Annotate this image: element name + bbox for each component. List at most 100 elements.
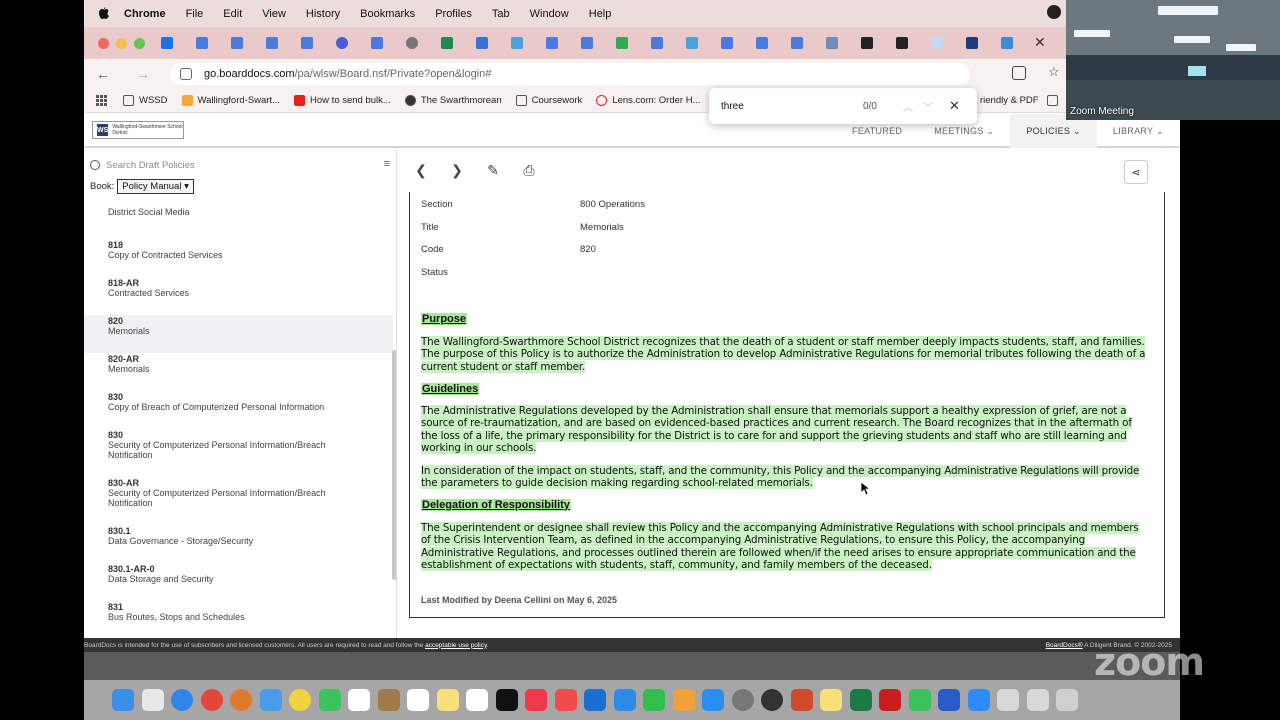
keynote-icon[interactable]	[613, 689, 636, 711]
find-input[interactable]: three	[721, 101, 851, 112]
book-select[interactable]: Policy Manual ▾	[117, 179, 194, 194]
launchpad-icon[interactable]	[141, 689, 164, 711]
system-settings-icon[interactable]	[731, 689, 754, 711]
close-tab-icon[interactable]: ✕	[1034, 34, 1046, 51]
menu-history[interactable]: History	[306, 8, 340, 20]
bookmark-swarthmorean[interactable]: The Swarthmorean	[404, 95, 502, 106]
list-item[interactable]: 830-AR Security of Computerized Personal…	[84, 477, 393, 525]
acrobat-icon[interactable]	[879, 689, 901, 711]
policy-search[interactable]: Search Draft Policies ≡	[90, 155, 390, 175]
list-menu-icon[interactable]: ≡	[384, 158, 390, 170]
documents-icon[interactable]	[1026, 689, 1049, 711]
list-item[interactable]: 820-AR Memorials	[84, 353, 393, 391]
bookmark-wssd[interactable]: WSSD	[123, 95, 168, 106]
find-close-icon[interactable]: ✕	[949, 98, 960, 114]
music-icon[interactable]	[525, 689, 547, 711]
menu-edit[interactable]: Edit	[223, 8, 242, 20]
downloads-icon[interactable]	[997, 689, 1019, 711]
district-logo[interactable]: WS Wallingford-Swarthmore School Distric…	[92, 121, 184, 139]
tab-favicon[interactable]	[371, 37, 383, 49]
menu-app-name[interactable]: Chrome	[124, 8, 166, 20]
tab-favicon[interactable]	[791, 37, 803, 49]
notes-folder-icon[interactable]	[377, 689, 400, 711]
acceptable-use-link[interactable]: acceptable use policy	[425, 642, 487, 649]
firefox-icon[interactable]	[230, 689, 252, 711]
outlook-icon[interactable]	[584, 689, 606, 711]
apple-tv-icon[interactable]	[495, 689, 518, 711]
trash-icon[interactable]	[1056, 689, 1078, 711]
numbers-icon[interactable]	[643, 689, 665, 711]
address-bar[interactable]: go.boarddocs.com/pa/wlsw/Board.nsf/Priva…	[170, 63, 970, 85]
tab-favicon[interactable]	[336, 37, 348, 49]
stickies-icon[interactable]	[820, 689, 842, 711]
reminders-icon[interactable]	[407, 689, 429, 711]
menu-help[interactable]: Help	[589, 8, 612, 20]
find-next-icon[interactable]: ﹀	[923, 99, 933, 114]
menu-file[interactable]: File	[186, 8, 204, 20]
pages-icon[interactable]	[672, 689, 695, 711]
tab-favicon[interactable]	[721, 37, 733, 49]
excel-icon[interactable]	[849, 689, 872, 711]
bookmark-bulk[interactable]: How to send bulk...	[294, 95, 391, 106]
menu-profiles[interactable]: Profiles	[435, 8, 472, 20]
powerpoint-icon[interactable]	[790, 689, 813, 711]
tab-favicon[interactable]	[511, 37, 523, 49]
mail-icon[interactable]	[259, 689, 282, 711]
print-icon[interactable]: ⎙	[517, 158, 541, 182]
tab-favicon[interactable]	[266, 37, 278, 49]
tab-favicon[interactable]	[826, 37, 838, 49]
facetime-icon[interactable]	[318, 689, 341, 711]
site-info-icon[interactable]	[180, 68, 192, 80]
menu-window[interactable]: Window	[530, 8, 569, 20]
messages-icon[interactable]	[908, 689, 931, 711]
find-previous-icon[interactable]: ︿	[903, 99, 913, 114]
menu-tab[interactable]: Tab	[492, 8, 510, 20]
tab-favicon[interactable]	[476, 37, 488, 49]
menu-bookmarks[interactable]: Bookmarks	[360, 8, 415, 20]
tab-favicon[interactable]	[966, 37, 978, 49]
tab-favicon[interactable]	[931, 37, 943, 49]
word-icon[interactable]	[938, 689, 960, 711]
boarddocs-link[interactable]: BoardDocs®	[1046, 642, 1083, 649]
safari-icon[interactable]	[171, 689, 193, 711]
list-item[interactable]: 830.1-AR-0 Data Storage and Security	[84, 563, 393, 601]
tab-favicon[interactable]	[581, 37, 593, 49]
freeform-icon[interactable]	[466, 689, 488, 711]
list-item[interactable]: 818-AR Contracted Services	[84, 277, 393, 315]
status-app-icon[interactable]	[1047, 5, 1061, 19]
chrome-icon[interactable]	[200, 689, 223, 711]
screen-utility-icon[interactable]	[761, 689, 783, 711]
tab-favicon[interactable]	[756, 37, 768, 49]
tab-favicon[interactable]	[896, 37, 908, 49]
bookmark-pdf[interactable]: riendly & PDF	[980, 95, 1063, 106]
finder-icon[interactable]	[112, 689, 134, 711]
menu-view[interactable]: View	[262, 8, 286, 20]
list-item-selected[interactable]: 820 Memorials	[84, 315, 393, 353]
list-item[interactable]: 831 Bus Routes, Stops and Schedules	[84, 601, 393, 638]
list-item[interactable]: 818 Copy of Contracted Services	[84, 239, 393, 277]
bookmark-coursework[interactable]: Coursework	[515, 95, 582, 106]
tab-favicon[interactable]	[651, 37, 663, 49]
next-policy-icon[interactable]: ❯	[445, 158, 469, 182]
back-icon[interactable]: ←	[96, 66, 110, 82]
bookmark-star-icon[interactable]: ☆	[1048, 65, 1062, 80]
tab-favicon[interactable]	[161, 37, 173, 49]
minimize-window-button[interactable]	[116, 37, 127, 49]
tab-favicon[interactable]	[441, 37, 453, 49]
forward-icon[interactable]: →	[136, 66, 150, 82]
bookmark-wallingford[interactable]: Wallingford-Swart...	[181, 95, 280, 106]
zoom-app-icon[interactable]	[967, 689, 990, 711]
tab-favicon[interactable]	[686, 37, 698, 49]
tab-favicon[interactable]	[196, 37, 208, 49]
bookmark-lens[interactable]: Lens.com: Order H...	[596, 95, 700, 106]
tab-favicon[interactable]	[546, 37, 558, 49]
sidebar-scrollbar[interactable]	[392, 350, 396, 580]
page-action-icon[interactable]	[1012, 66, 1026, 80]
tab-favicon[interactable]	[1001, 37, 1013, 49]
apps-icon[interactable]	[96, 95, 107, 106]
list-item[interactable]: 830.1 Data Governance - Storage/Security	[84, 525, 393, 563]
maximize-window-button[interactable]	[134, 37, 145, 49]
list-item[interactable]: District Social Media	[84, 201, 393, 239]
calendar-icon[interactable]	[348, 689, 370, 711]
tab-favicon[interactable]	[301, 37, 313, 49]
